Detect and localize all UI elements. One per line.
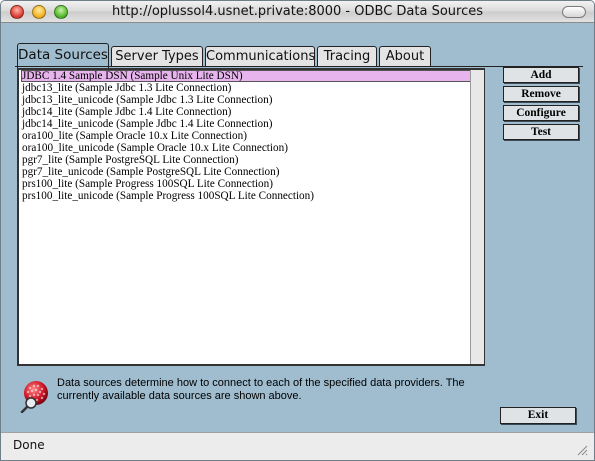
data-source-item[interactable]: prs100_lite_unicode (Sample Progress 100… — [19, 190, 471, 202]
data-source-item[interactable]: jdbc14_lite (Sample Jdbc 1.4 Lite Connec… — [19, 106, 471, 118]
tab-tracing[interactable]: Tracing — [317, 46, 377, 67]
tab-data-sources[interactable]: Data Sources — [17, 43, 109, 68]
test-button[interactable]: Test — [503, 124, 579, 140]
configure-button[interactable]: Configure — [503, 105, 579, 121]
add-button[interactable]: Add — [503, 67, 579, 83]
info-text: Data sources determine how to connect to… — [57, 377, 465, 402]
data-source-item[interactable]: prs100_lite (Sample Progress 100SQL Lite… — [19, 178, 471, 190]
data-sources-list[interactable]: JDBC 1.4 Sample DSN (Sample Unix Lite DS… — [17, 68, 485, 366]
status-bar: Done — [1, 432, 594, 460]
tab-communications[interactable]: Communications — [205, 46, 315, 67]
data-source-item[interactable]: ora100_lite_unicode (Sample Oracle 10.x … — [19, 142, 471, 154]
data-source-item[interactable]: jdbc13_lite (Sample Jdbc 1.3 Lite Connec… — [19, 82, 471, 94]
database-magnifier-icon — [20, 381, 48, 413]
window-title: http://oplussol4.usnet.private:8000 - OD… — [112, 4, 483, 19]
exit-button[interactable]: Exit — [500, 407, 576, 424]
resize-grip-icon[interactable] — [576, 444, 588, 456]
data-source-item[interactable]: pgr7_lite_unicode (Sample PostgreSQL Lit… — [19, 166, 471, 178]
data-source-item[interactable]: pgr7_lite (Sample PostgreSQL Lite Connec… — [19, 154, 471, 166]
status-text: Done — [13, 438, 45, 452]
toolbar-toggle-button[interactable] — [562, 6, 586, 18]
remove-button[interactable]: Remove — [503, 86, 579, 102]
data-source-item[interactable]: jdbc14_lite_unicode (Sample Jdbc 1.4 Lit… — [19, 118, 471, 130]
data-source-item[interactable]: JDBC 1.4 Sample DSN (Sample Unix Lite DS… — [21, 70, 471, 82]
data-sources-list-items: JDBC 1.4 Sample DSN (Sample Unix Lite DS… — [19, 70, 471, 364]
browser-window: http://oplussol4.usnet.private:8000 - OD… — [0, 0, 595, 461]
title-bar[interactable]: http://oplussol4.usnet.private:8000 - OD… — [1, 1, 594, 23]
list-scrollbar[interactable] — [470, 70, 484, 364]
data-source-item[interactable]: ora100_lite (Sample Oracle 10.x Lite Con… — [19, 130, 471, 142]
data-source-item[interactable]: jdbc13_lite_unicode (Sample Jdbc 1.3 Lit… — [19, 94, 471, 106]
tab-server-types[interactable]: Server Types — [111, 46, 203, 67]
tab-about[interactable]: About — [379, 46, 431, 67]
